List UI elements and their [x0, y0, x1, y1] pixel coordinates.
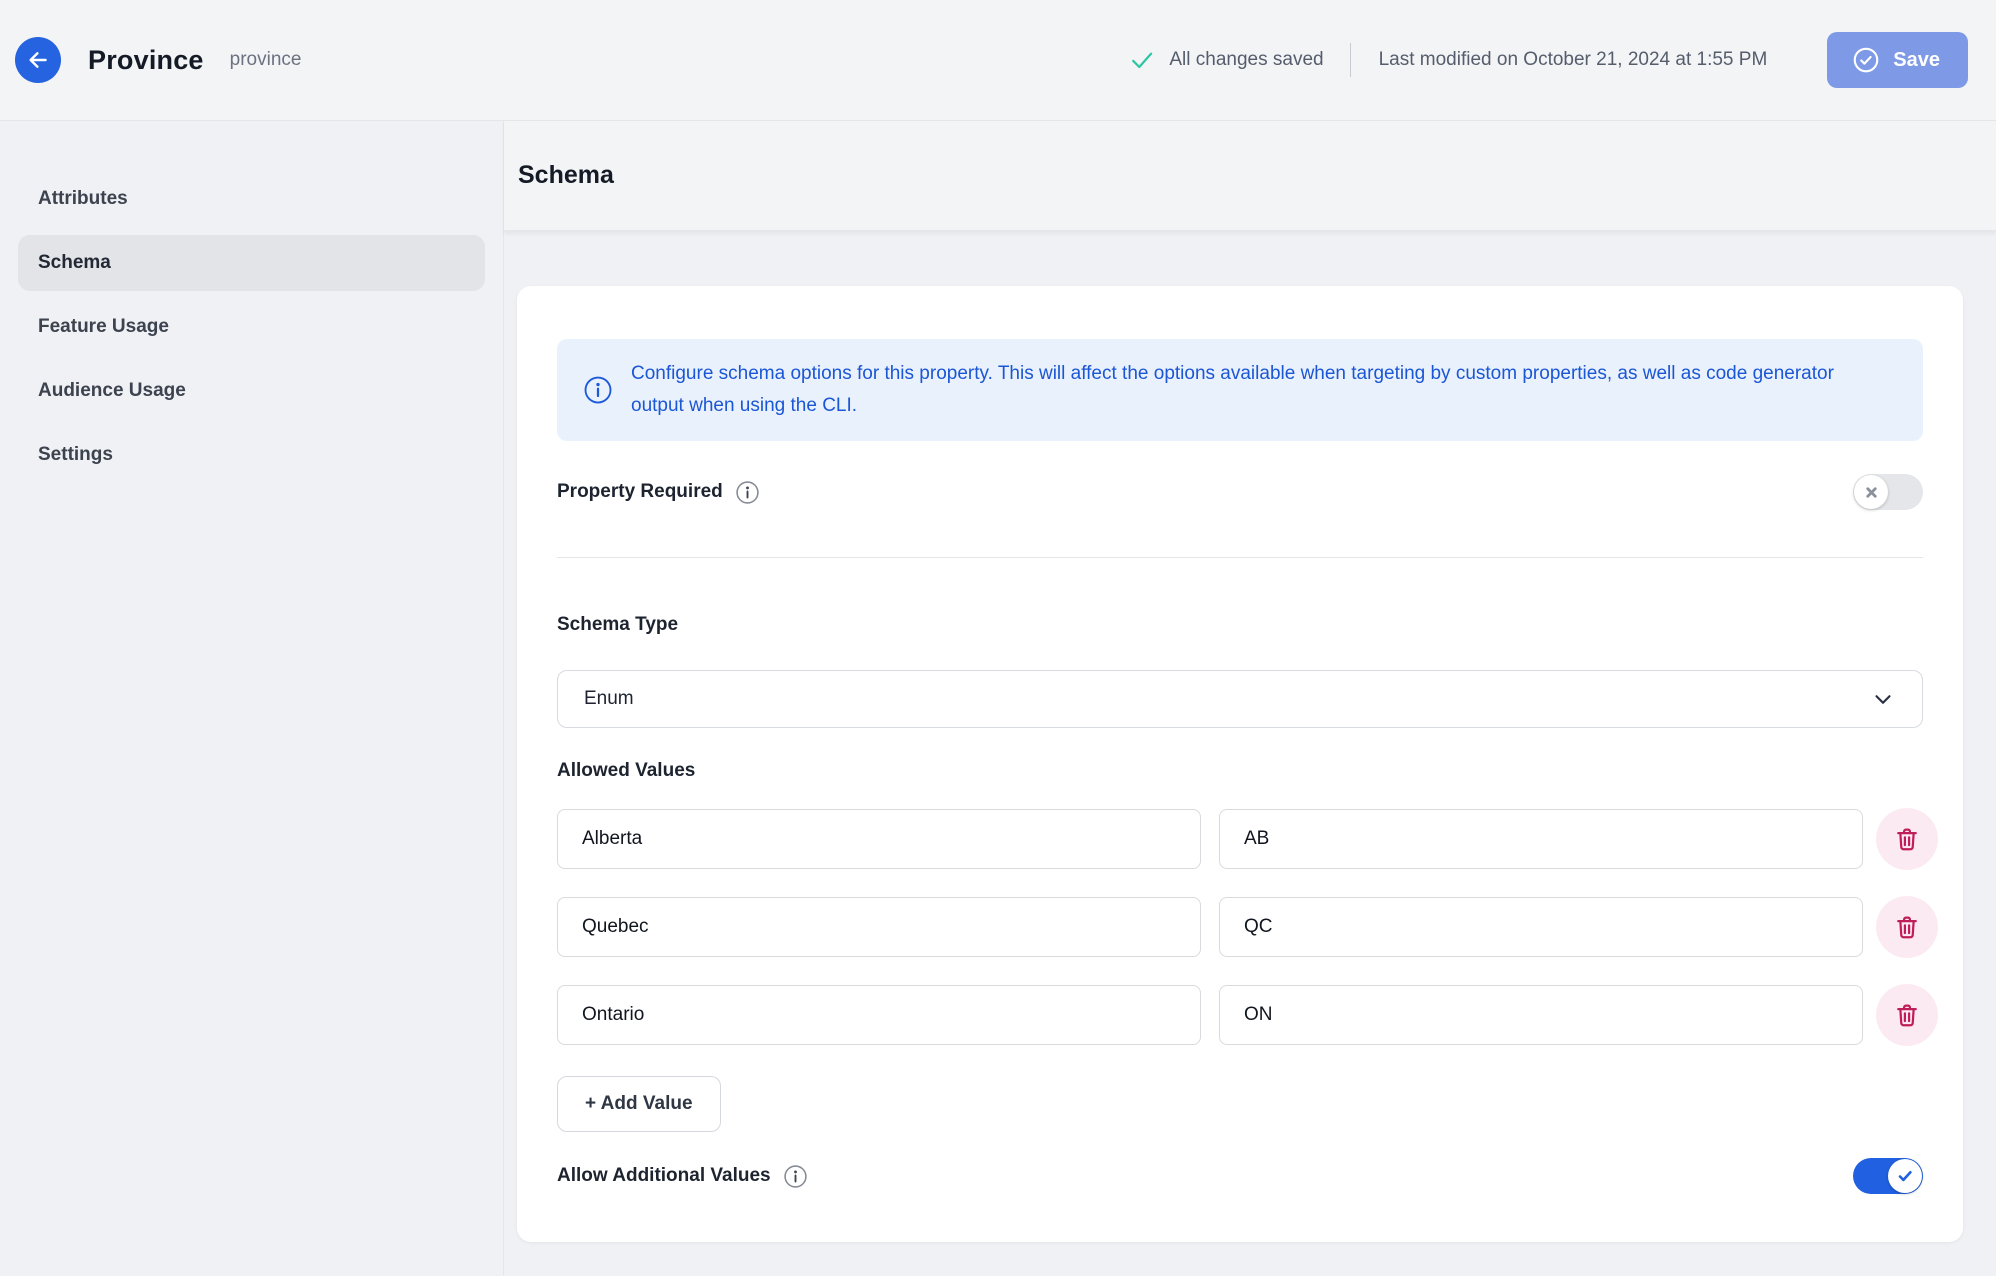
sidebar-item-settings[interactable]: Settings	[18, 427, 485, 483]
trash-icon	[1893, 913, 1921, 941]
allowed-value-row	[557, 984, 1939, 1046]
schema-type-label: Schema Type	[557, 614, 1923, 636]
check-icon	[1896, 1167, 1914, 1185]
trash-icon	[1893, 825, 1921, 853]
schema-type-value: Enum	[584, 688, 634, 710]
last-modified-text: Last modified on October 21, 2024 at 1:5…	[1379, 49, 1768, 71]
chevron-down-icon	[1870, 686, 1896, 712]
circle-check-icon	[1851, 45, 1881, 75]
info-icon	[583, 375, 613, 405]
back-button[interactable]	[15, 37, 61, 83]
property-required-label: Property Required	[557, 481, 723, 503]
x-icon	[1864, 485, 1879, 500]
sidebar-item-attributes[interactable]: Attributes	[18, 171, 485, 227]
arrow-left-icon	[25, 47, 51, 73]
sidebar-item-feature-usage[interactable]: Feature Usage	[18, 299, 485, 355]
delete-value-button[interactable]	[1876, 808, 1938, 870]
save-status-text: All changes saved	[1169, 49, 1323, 71]
section-header: Schema	[504, 121, 1996, 231]
toggle-knob	[1854, 475, 1888, 509]
sidebar-item-schema[interactable]: Schema	[18, 235, 485, 291]
trash-icon	[1893, 1001, 1921, 1029]
schema-card: Configure schema options for this proper…	[517, 286, 1963, 1242]
info-banner-text: Configure schema options for this proper…	[631, 358, 1883, 422]
info-banner: Configure schema options for this proper…	[557, 339, 1923, 441]
allowed-value-row	[557, 896, 1939, 958]
header-status-area: All changes saved Last modified on Octob…	[1128, 32, 1968, 88]
value-code-input[interactable]	[1219, 897, 1863, 957]
content-area: Configure schema options for this proper…	[504, 231, 1996, 1275]
app-header: Province province All changes saved Last…	[0, 0, 1996, 121]
value-name-input[interactable]	[557, 897, 1201, 957]
allowed-value-row	[557, 808, 1939, 870]
property-required-info-icon[interactable]	[735, 480, 760, 505]
allow-additional-values-label: Allow Additional Values	[557, 1165, 771, 1187]
allow-additional-values-row: Allow Additional Values	[557, 1158, 1923, 1194]
section-title: Schema	[518, 161, 614, 190]
sidebar-item-audience-usage[interactable]: Audience Usage	[18, 363, 485, 419]
header-divider	[1350, 43, 1351, 77]
property-required-row: Property Required	[557, 474, 1923, 510]
property-required-toggle[interactable]	[1853, 474, 1923, 510]
toggle-knob	[1888, 1159, 1922, 1193]
check-icon	[1128, 46, 1156, 74]
add-value-button[interactable]: + Add Value	[557, 1076, 721, 1132]
save-button[interactable]: Save	[1827, 32, 1968, 88]
save-button-label: Save	[1893, 49, 1940, 72]
value-name-input[interactable]	[557, 985, 1201, 1045]
allow-additional-values-toggle[interactable]	[1853, 1158, 1923, 1194]
delete-value-button[interactable]	[1876, 896, 1938, 958]
page-subtitle: province	[230, 49, 302, 71]
sidebar: Attributes Schema Feature Usage Audience…	[0, 121, 504, 1275]
delete-value-button[interactable]	[1876, 984, 1938, 1046]
value-code-input[interactable]	[1219, 985, 1863, 1045]
value-code-input[interactable]	[1219, 809, 1863, 869]
main-panel: Schema Configure schema options for this…	[504, 121, 1996, 1275]
allow-additional-values-info-icon[interactable]	[783, 1164, 808, 1189]
schema-type-select[interactable]: Enum	[557, 670, 1923, 728]
allowed-values-label: Allowed Values	[557, 760, 1923, 782]
page-title: Province	[88, 45, 204, 76]
section-divider	[557, 557, 1923, 558]
value-name-input[interactable]	[557, 809, 1201, 869]
